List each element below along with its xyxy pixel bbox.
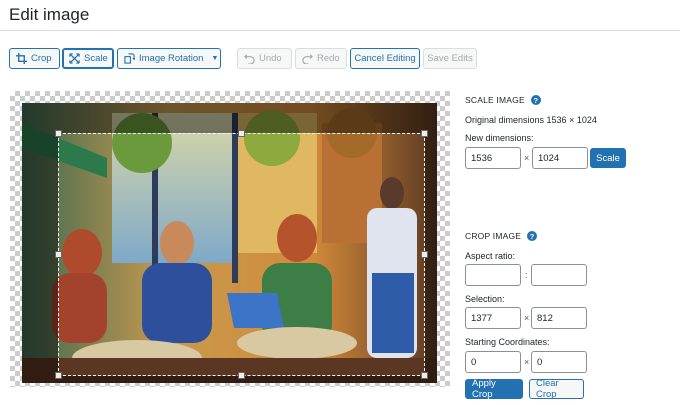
crop-label: Crop xyxy=(31,53,52,64)
help-icon[interactable]: ? xyxy=(527,231,538,241)
page-title: Edit image xyxy=(9,5,90,24)
start-y-input[interactable]: 0 xyxy=(531,351,587,373)
scale-separator: × xyxy=(524,153,530,163)
starting-coordinates-label: Starting Coordinates: xyxy=(465,337,550,347)
save-label: Save Edits xyxy=(427,53,473,64)
crop-handle-sw[interactable] xyxy=(55,372,62,379)
redo-icon xyxy=(302,53,313,64)
apply-crop-button[interactable]: Apply Crop xyxy=(465,378,523,400)
crop-overlay-bottom xyxy=(22,376,437,383)
rotate-icon xyxy=(124,53,135,64)
crop-overlay-top xyxy=(22,103,437,133)
scale-image-heading: SCALE IMAGE ? xyxy=(465,95,541,105)
scale-heading-text: SCALE IMAGE xyxy=(465,95,525,105)
crop-handle-e[interactable] xyxy=(421,251,428,258)
start-separator: × xyxy=(524,357,530,367)
aspect-width-input[interactable] xyxy=(465,264,521,286)
undo-label: Undo xyxy=(259,53,282,64)
crop-overlay-left xyxy=(22,133,58,376)
cancel-editing-button[interactable]: Cancel Editing xyxy=(350,48,420,69)
crop-handle-n[interactable] xyxy=(238,130,245,137)
redo-button[interactable]: Redo xyxy=(295,48,347,69)
selection-height-input[interactable]: 812 xyxy=(531,307,587,329)
crop-handle-se[interactable] xyxy=(421,372,428,379)
undo-button[interactable]: Undo xyxy=(237,48,292,69)
crop-image-heading: CROP IMAGE ? xyxy=(465,231,538,241)
cancel-label: Cancel Editing xyxy=(354,53,416,64)
crop-handle-s[interactable] xyxy=(238,372,245,379)
original-dimensions: Original dimensions 1536 × 1024 xyxy=(465,115,597,125)
scale-height-input[interactable]: 1024 xyxy=(532,147,588,169)
selection-label: Selection: xyxy=(465,294,505,304)
aspect-height-input[interactable] xyxy=(531,264,587,286)
start-x-input[interactable]: 0 xyxy=(465,351,521,373)
crop-heading-text: CROP IMAGE xyxy=(465,231,522,241)
selection-width-input[interactable]: 1377 xyxy=(465,307,521,329)
scale-label: Scale xyxy=(84,53,108,64)
help-icon[interactable]: ? xyxy=(530,95,541,105)
scale-width-input[interactable]: 1536 xyxy=(465,147,521,169)
crop-handle-w[interactable] xyxy=(55,251,62,258)
selection-separator: × xyxy=(524,313,530,323)
rotation-label: Image Rotation xyxy=(139,53,204,64)
scale-icon xyxy=(69,53,80,64)
image-rotation-dropdown[interactable]: Image Rotation ▼ xyxy=(117,48,221,69)
editor: Crop Scale Image Rotation ▼ Undo Redo Ca… xyxy=(0,31,680,405)
crop-handle-ne[interactable] xyxy=(421,130,428,137)
aspect-ratio-label: Aspect ratio: xyxy=(465,251,516,261)
aspect-separator: : xyxy=(525,270,528,280)
title-bar: Edit image xyxy=(0,0,680,31)
clear-crop-button[interactable]: Clear Crop xyxy=(529,378,584,400)
new-dimensions-label: New dimensions: xyxy=(465,133,534,143)
chevron-down-icon: ▼ xyxy=(211,55,219,62)
undo-icon xyxy=(244,53,255,64)
scale-button-apply[interactable]: Scale xyxy=(590,148,626,168)
crop-button[interactable]: Crop xyxy=(9,48,60,69)
save-edits-button[interactable]: Save Edits xyxy=(423,48,477,69)
crop-selection[interactable] xyxy=(58,133,425,376)
crop-icon xyxy=(16,53,27,64)
scale-button[interactable]: Scale xyxy=(62,48,114,69)
crop-handle-nw[interactable] xyxy=(55,130,62,137)
redo-label: Redo xyxy=(317,53,340,64)
